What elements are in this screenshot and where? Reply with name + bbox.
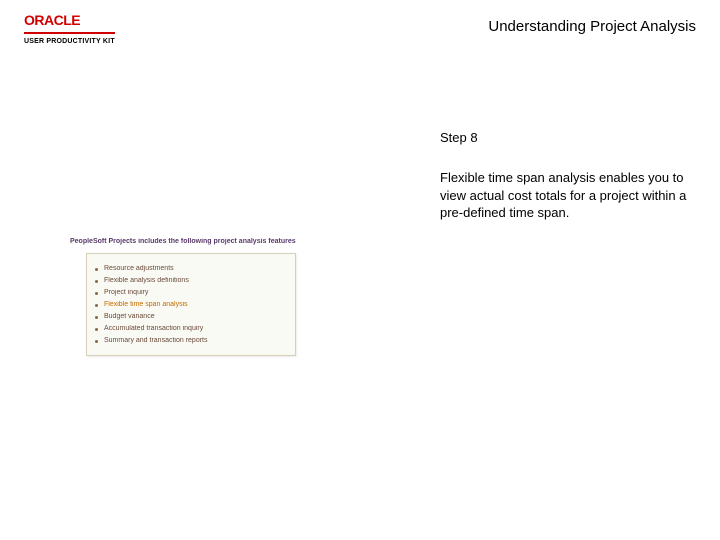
list-item-label: Budget variance: [104, 313, 155, 320]
oracle-logo: ORACLE: [24, 12, 80, 28]
list-item-label: Summary and transaction reports: [104, 337, 208, 344]
bullet-icon: [95, 280, 98, 283]
step-panel: Step 8 Flexible time span analysis enabl…: [440, 130, 690, 222]
header-bar: ORACLE USER PRODUCTIVITY KIT Understandi…: [0, 0, 720, 49]
step-body: Flexible time span analysis enables you …: [440, 169, 690, 222]
list-item: Flexible analysis definitions: [95, 277, 287, 284]
bullet-icon: [95, 340, 98, 343]
list-item: Budget variance: [95, 313, 287, 320]
step-label: Step 8: [440, 130, 690, 145]
logo-divider: [24, 32, 115, 34]
list-item-label: Project inquiry: [104, 289, 148, 296]
bullet-icon: [95, 316, 98, 319]
logo-subtitle: USER PRODUCTIVITY KIT: [24, 38, 115, 45]
slide-thumbnail: PeopleSoft Projects includes the followi…: [70, 238, 330, 356]
list-item-label: Resource adjustments: [104, 265, 174, 272]
page-title: Understanding Project Analysis: [488, 12, 696, 35]
list-item-label: Accumulated transaction inquiry: [104, 325, 203, 332]
slide-feature-box: Resource adjustments Flexible analysis d…: [86, 253, 296, 356]
oracle-logo-text: ORACLE: [24, 12, 80, 28]
oracle-logo-block: ORACLE USER PRODUCTIVITY KIT: [24, 12, 115, 45]
list-item: Summary and transaction reports: [95, 337, 287, 344]
list-item-label: Flexible analysis definitions: [104, 277, 189, 284]
bullet-icon: [95, 304, 98, 307]
list-item: Project inquiry: [95, 289, 287, 296]
list-item: Accumulated transaction inquiry: [95, 325, 287, 332]
list-item: Resource adjustments: [95, 265, 287, 272]
bullet-icon: [95, 268, 98, 271]
slide-heading: PeopleSoft Projects includes the followi…: [70, 238, 330, 245]
list-item-label: Flexible time span analysis: [104, 301, 188, 308]
bullet-icon: [95, 328, 98, 331]
bullet-icon: [95, 292, 98, 295]
list-item-highlighted: Flexible time span analysis: [95, 301, 287, 308]
